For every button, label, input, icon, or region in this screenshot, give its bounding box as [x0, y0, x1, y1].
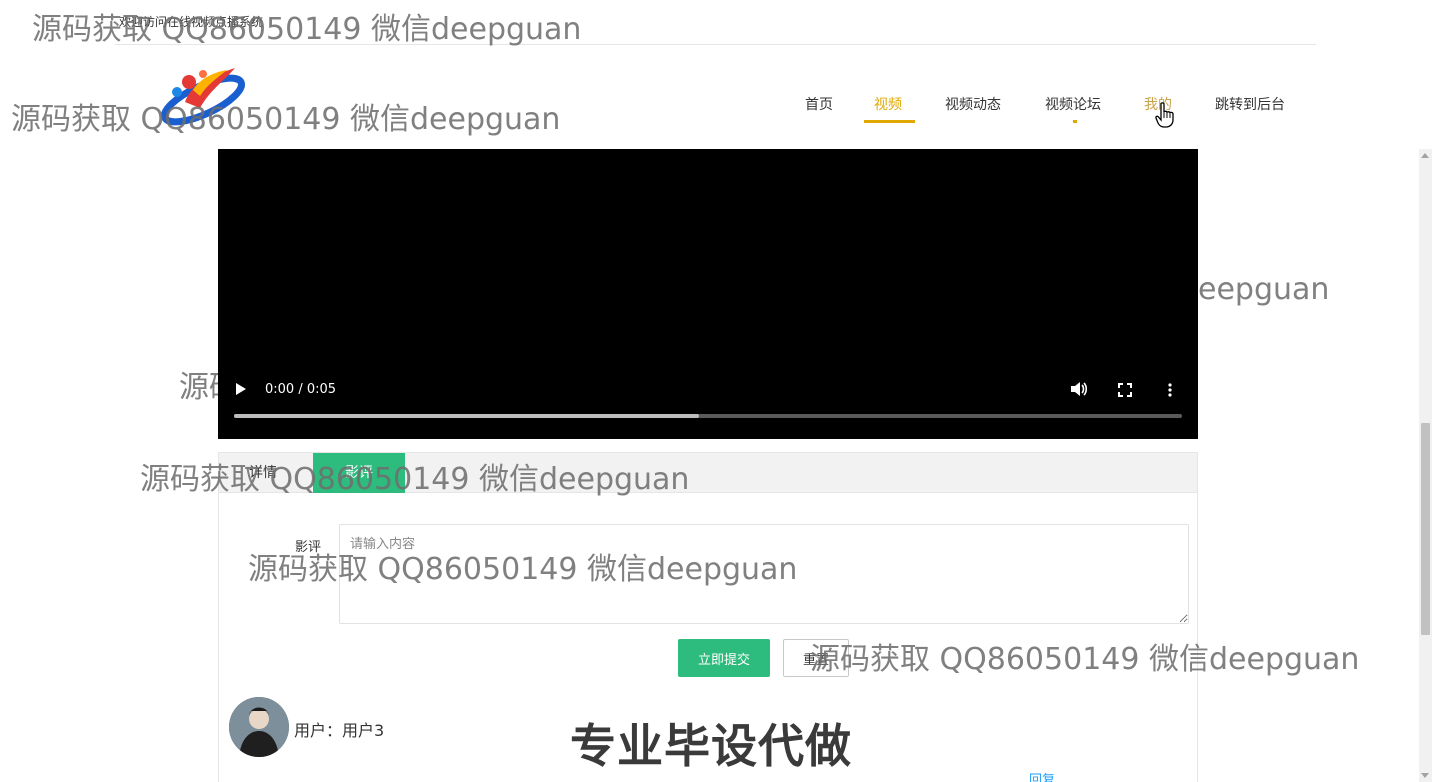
tab-header: 详情 影评: [219, 453, 1197, 493]
top-bar: 欢迎访问在线视频点播系统: [115, 0, 1316, 45]
volume-icon: [1071, 382, 1088, 396]
video-buffer-fill: [234, 414, 699, 418]
scroll-up-arrow-icon[interactable]: [1421, 153, 1429, 158]
nav-hover-indicator: [1073, 120, 1077, 123]
nav-video-news[interactable]: 视频动态: [945, 94, 1001, 114]
nav-admin[interactable]: 跳转到后台: [1215, 94, 1285, 114]
nav-home[interactable]: 首页: [805, 94, 833, 114]
watermark-stamp: 专业毕设代做: [570, 719, 852, 773]
scroll-down-arrow-icon[interactable]: [1421, 773, 1429, 778]
more-vert-icon: [1168, 383, 1172, 397]
reply-link[interactable]: 回复: [1029, 769, 1055, 782]
fullscreen-icon: [1118, 383, 1132, 397]
volume-button[interactable]: [1070, 381, 1088, 401]
more-options-button[interactable]: [1168, 382, 1172, 401]
review-label: 影评: [295, 540, 322, 555]
tab-detail[interactable]: 详情: [233, 453, 293, 493]
hand-cursor-icon: [1155, 102, 1175, 128]
play-icon: [236, 383, 246, 395]
reset-button[interactable]: 重置: [783, 639, 849, 677]
page: 欢迎访问在线视频点播系统 首页 视频 视频动态 视频论坛 我的 跳转到后台 0:…: [0, 0, 1432, 782]
page-scrollbar[interactable]: [1419, 149, 1432, 782]
nav-video-forum[interactable]: 视频论坛: [1045, 94, 1101, 114]
video-progress-bar[interactable]: [234, 414, 1182, 418]
video-player[interactable]: 0:00 / 0:05: [218, 149, 1198, 439]
submit-button[interactable]: 立即提交: [678, 639, 770, 677]
tab-review[interactable]: 影评: [313, 453, 405, 493]
nav-active-underline: [864, 120, 915, 123]
logo-icon: [160, 68, 246, 126]
fullscreen-button[interactable]: [1118, 382, 1132, 401]
user-avatar-icon: [229, 697, 289, 757]
nav-video[interactable]: 视频: [874, 94, 902, 114]
watermark-fragment: 源码: [179, 370, 218, 405]
comment-username: 用户：用户3: [294, 721, 385, 740]
avatar: [229, 697, 289, 757]
main-nav: 首页 视频 视频动态 视频论坛 我的 跳转到后台: [790, 94, 1302, 124]
site-logo[interactable]: [155, 60, 250, 135]
review-textarea[interactable]: [339, 524, 1189, 624]
video-time: 0:00 / 0:05: [265, 382, 337, 397]
watermark: 源码获取 QQ86050149 微信deepguan: [11, 102, 561, 137]
play-button[interactable]: [235, 382, 247, 400]
scroll-thumb[interactable]: [1421, 423, 1430, 635]
watermark-fragment: eepguan: [1198, 272, 1330, 307]
welcome-text: 欢迎访问在线视频点播系统: [119, 15, 264, 29]
